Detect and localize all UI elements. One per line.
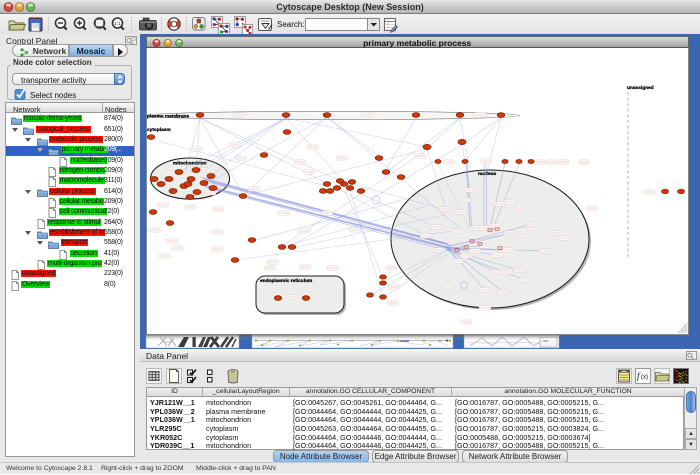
svg-text:1:1: 1:1 — [114, 21, 121, 26]
svg-text:(x): (x) — [641, 375, 648, 381]
svg-text:Search:: Search: — [277, 20, 305, 29]
